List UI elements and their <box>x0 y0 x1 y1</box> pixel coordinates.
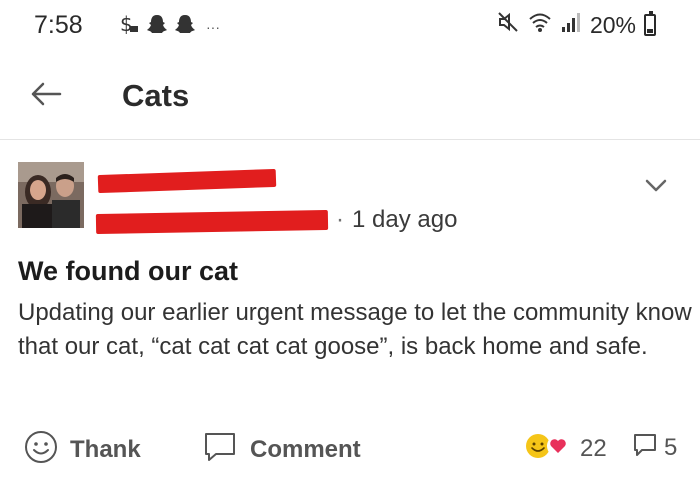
status-right: 20% <box>496 10 656 40</box>
money-hand-icon: $ <box>118 12 140 41</box>
arrow-left-icon <box>29 80 63 113</box>
heart-reaction-icon <box>546 434 570 463</box>
snapchat-icon <box>146 13 168 40</box>
post-card: · 1 day ago We found our cat Updating ou… <box>0 146 700 486</box>
comment-label: Comment <box>250 435 361 463</box>
reaction-count: 22 <box>580 434 607 462</box>
more-notifications-indicator: ··· <box>206 18 220 35</box>
comment-bubble-icon <box>202 430 238 469</box>
author-name-redacted[interactable] <box>97 168 277 194</box>
mute-icon <box>496 10 520 40</box>
status-bar: 7:58 $ ··· 20% <box>0 0 700 52</box>
post-actions: Thank Comment 22 5 <box>0 424 700 474</box>
status-time: 7:58 <box>34 11 83 39</box>
avatar[interactable] <box>18 162 84 228</box>
battery-icon <box>644 11 656 36</box>
comment-count-icon <box>632 432 658 463</box>
snapchat-icon <box>174 13 196 40</box>
smiley-icon <box>24 430 58 469</box>
post-body: Updating our earlier urgent message to l… <box>18 299 692 360</box>
back-button[interactable] <box>26 76 66 116</box>
meta-separator: · <box>336 206 344 233</box>
wifi-icon <box>528 11 552 39</box>
reactions-summary[interactable]: 22 <box>524 432 607 465</box>
neighborhood-redacted[interactable] <box>95 206 329 236</box>
page-title: Cats <box>122 78 190 113</box>
chevron-down-icon <box>645 179 667 198</box>
post-meta: · 1 day ago <box>336 206 457 234</box>
app-header: Cats <box>0 56 700 140</box>
comment-count-value: 5 <box>664 433 678 461</box>
notification-icons: $ ··· <box>118 12 220 41</box>
svg-text:$: $ <box>120 12 133 36</box>
signal-icon <box>560 11 582 39</box>
comment-button[interactable]: Comment <box>202 430 361 469</box>
post-options-button[interactable] <box>638 170 674 206</box>
posted-time: 1 day ago <box>352 206 458 233</box>
thank-label: Thank <box>70 435 141 463</box>
thank-button[interactable]: Thank <box>24 430 141 469</box>
battery-percentage: 20% <box>589 11 636 38</box>
comment-count[interactable]: 5 <box>632 432 677 463</box>
post-title: We found our cat <box>18 256 238 286</box>
